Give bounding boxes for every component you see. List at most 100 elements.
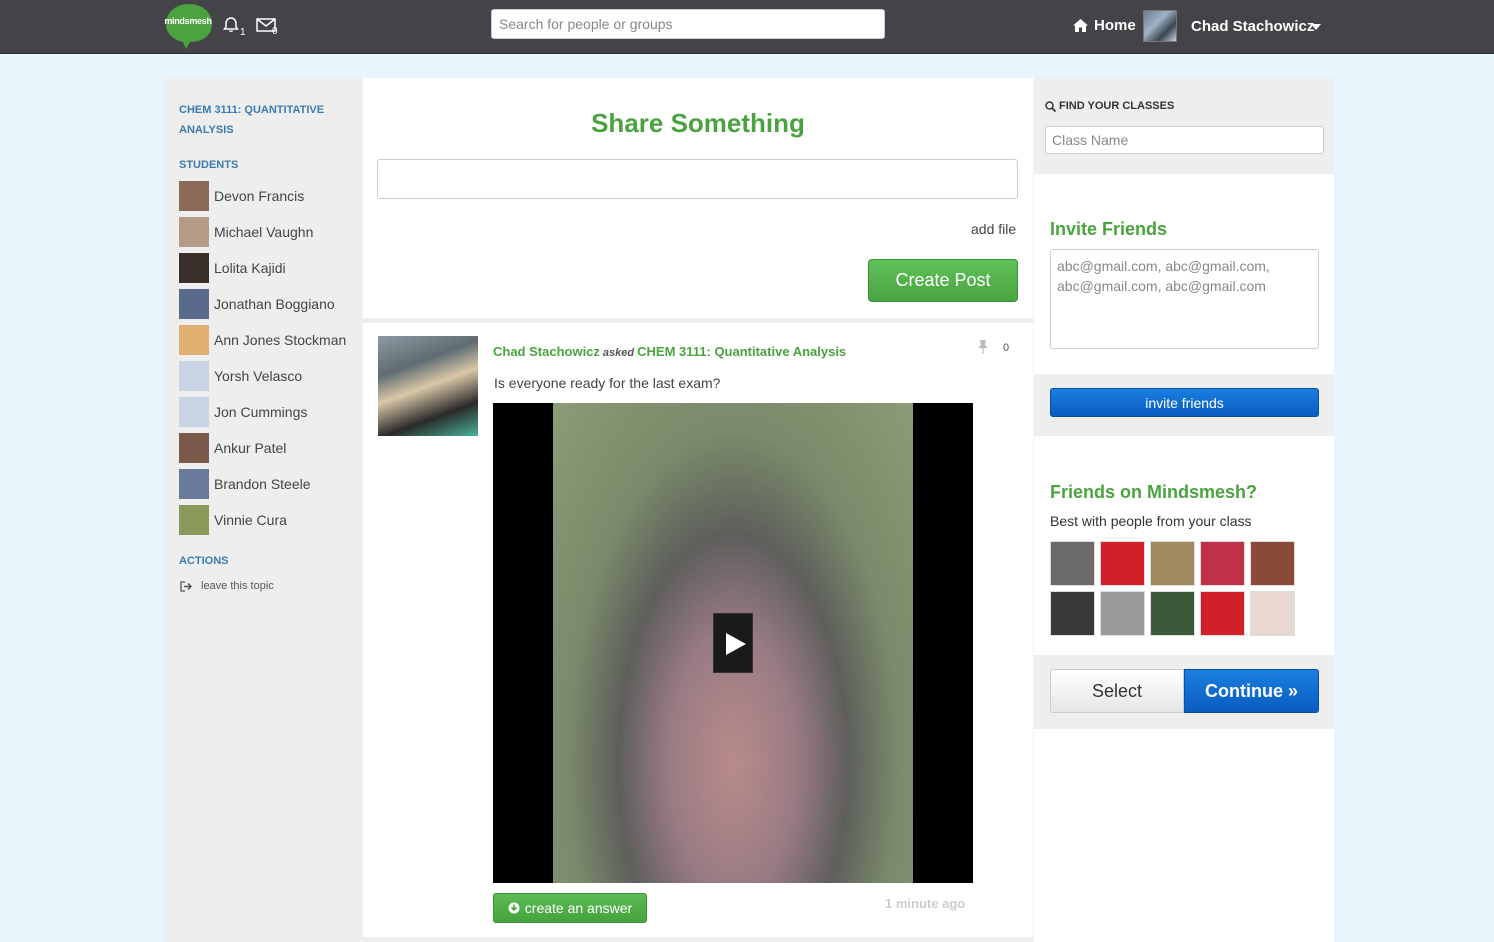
divider [363,318,1033,323]
friend-avatar[interactable] [1050,541,1095,586]
main-feed: Share Something add file Create Post Cha… [363,78,1033,942]
find-classes-heading: FIND YOUR CLASSES [1045,100,1174,112]
post-class-link[interactable]: CHEM 3111: Quantitative Analysis [637,344,846,359]
video-player[interactable] [493,403,973,883]
post-text: Is everyone ready for the last exam? [494,375,721,391]
sign-out-icon [180,580,193,592]
avatar [179,325,209,355]
top-navbar: mindsmesh 1 0 Home Chad Stachowicz [0,0,1494,54]
continue-button[interactable]: Continue » [1184,669,1319,713]
student-item[interactable]: Devon Francis [179,181,304,211]
avatar [179,253,209,283]
class-name-input[interactable] [1045,126,1324,154]
logo-bubble-icon [166,4,212,49]
friend-suggestions-grid [1050,541,1300,636]
user-avatar[interactable] [1143,10,1177,42]
home-icon [1073,19,1088,32]
student-item[interactable]: Jon Cummings [179,397,307,427]
find-classes-panel: FIND YOUR CLASSES [1034,78,1334,174]
student-name: Yorsh Velasco [214,368,303,384]
search-icon [1045,100,1056,112]
invite-bar: invite friends [1034,374,1334,436]
post-author-avatar[interactable] [378,336,478,436]
avatar [179,505,209,535]
friend-avatar[interactable] [1250,541,1295,586]
student-item[interactable]: Jonathan Boggiano [179,289,335,319]
avatar [179,289,209,319]
create-answer-label: create an answer [524,900,633,916]
home-label: Home [1094,17,1136,34]
avatar [179,433,209,463]
student-name: Vinnie Cura [214,512,287,528]
avatar [179,469,209,499]
logo-text: mindsmesh [164,16,212,26]
share-input[interactable] [377,159,1018,199]
leave-topic-label: leave this topic [201,580,274,592]
select-continue-bar: Select Continue » [1034,655,1334,729]
student-name: Ann Jones Stockman [214,332,347,348]
user-name[interactable]: Chad Stachowicz [1191,18,1314,35]
friend-avatar[interactable] [1100,591,1145,636]
notifications-button[interactable]: 1 [222,16,246,39]
friends-heading: Friends on Mindsmesh? [1050,482,1258,502]
student-item[interactable]: Yorsh Velasco [179,361,302,391]
avatar [179,217,209,247]
student-item[interactable]: Ann Jones Stockman [179,325,346,355]
pushpin-icon [978,340,988,354]
post-verb: asked [602,347,635,359]
friend-avatar[interactable] [1050,591,1095,636]
select-button[interactable]: Select [1050,669,1184,713]
friend-avatar[interactable] [1200,591,1245,636]
actions-heading: ACTIONS [179,555,229,567]
friend-avatar[interactable] [1200,541,1245,586]
arrow-down-circle-icon [508,902,520,914]
avatar [179,361,209,391]
post-timestamp: 1 minute ago [885,896,966,911]
avatar [179,397,209,427]
student-item[interactable]: Lolita Kajidi [179,253,286,283]
student-item[interactable]: Vinnie Cura [179,505,287,535]
messages-count: 0 [272,26,278,37]
student-item[interactable]: Michael Vaughn [179,217,313,247]
home-link[interactable]: Home [1073,17,1136,34]
find-classes-label: FIND YOUR CLASSES [1059,100,1175,112]
student-name: Devon Francis [214,188,305,204]
student-name: Michael Vaughn [214,224,314,240]
bell-icon [223,17,239,32]
right-sidebar: FIND YOUR CLASSES Invite Friends invite … [1034,78,1334,942]
share-title: Share Something [591,108,805,138]
search-input[interactable] [491,9,885,39]
notifications-count: 1 [240,27,246,38]
class-title[interactable]: CHEM 3111: QUANTITATIVE ANALYSIS [179,100,349,140]
pin-count: 0 [1003,342,1010,354]
invite-emails-textarea[interactable] [1050,249,1319,349]
left-sidebar: CHEM 3111: QUANTITATIVE ANALYSIS STUDENT… [164,78,362,942]
friends-subtitle: Best with people from your class [1050,513,1252,529]
add-file-link[interactable]: add file [971,221,1016,237]
friend-avatar[interactable] [1150,541,1195,586]
post-header: Chad Stachowicz asked CHEM 3111: Quantitat… [493,344,846,359]
student-name: Brandon Steele [214,476,311,492]
create-answer-button[interactable]: create an answer [493,893,647,923]
invite-friends-button[interactable]: invite friends [1050,388,1319,417]
friend-avatar[interactable] [1100,541,1145,586]
mindsmesh-logo[interactable]: mindsmesh [164,2,214,50]
student-item[interactable]: Ankur Patel [179,433,286,463]
invite-friends-heading: Invite Friends [1050,219,1168,239]
student-name: Jon Cummings [214,404,308,420]
student-name: Lolita Kajidi [214,260,286,276]
avatar [179,181,209,211]
divider [363,937,1033,942]
student-name: Ankur Patel [214,440,287,456]
chevron-down-icon[interactable] [1311,24,1321,30]
student-item[interactable]: Brandon Steele [179,469,311,499]
students-heading: STUDENTS [179,159,239,171]
leave-topic-link[interactable]: leave this topic [180,580,274,592]
post-author-link[interactable]: Chad Stachowicz [493,344,600,359]
messages-button[interactable]: 0 [256,18,278,37]
create-post-button[interactable]: Create Post [868,259,1018,302]
play-icon[interactable] [713,613,753,673]
friend-avatar[interactable] [1250,591,1295,636]
pin-button[interactable] [977,339,989,360]
friend-avatar[interactable] [1150,591,1195,636]
